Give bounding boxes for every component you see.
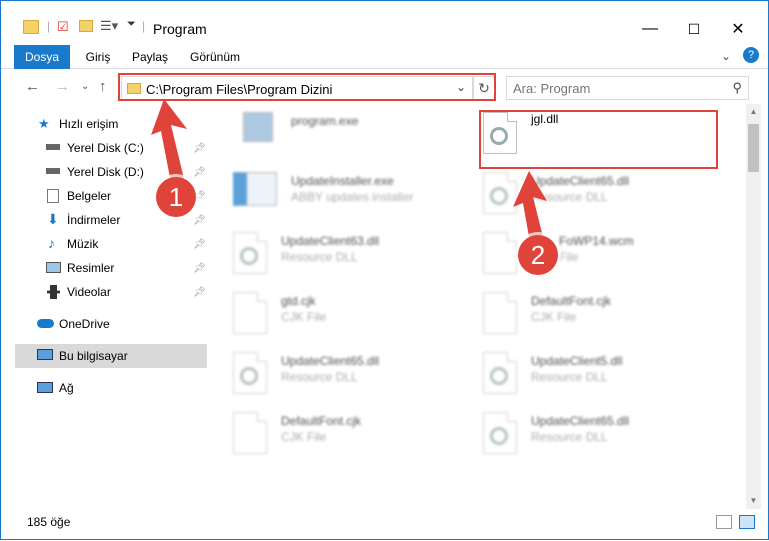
arrow-1 [151, 99, 187, 183]
explorer-window: | ☑ ☰▾ ⏷ | Program — ☐ ✕ Dosya Giriş Pay… [0, 0, 769, 540]
arrow-2 [513, 171, 547, 237]
step-badge-1: 1 [156, 177, 196, 217]
step-badge-2: 2 [518, 235, 558, 275]
annotation-arrows [151, 99, 547, 237]
